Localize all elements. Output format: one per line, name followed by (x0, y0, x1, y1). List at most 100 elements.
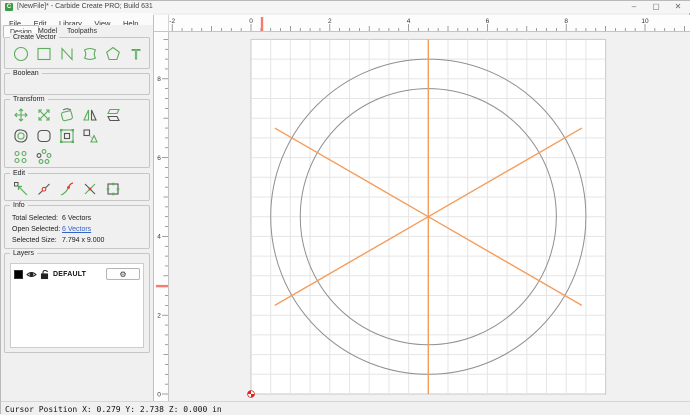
circle-tool-button[interactable] (11, 44, 30, 63)
transform-title: Transform (10, 95, 48, 104)
node-edit-icon (13, 181, 27, 195)
layers-list: DEFAULT ⚙ (10, 263, 144, 348)
trim-icon (60, 181, 73, 196)
resize-tool-button[interactable] (80, 126, 99, 145)
layers-title: Layers (10, 249, 38, 258)
selected-size-value: 7.794 x 9.000 (62, 237, 105, 244)
svg-text:4: 4 (407, 18, 411, 25)
polyline-tool-button[interactable] (57, 44, 76, 63)
rectangle-icon (36, 47, 51, 60)
svg-text:6: 6 (157, 155, 161, 162)
create-vector-title: Create Vector (10, 33, 59, 42)
open-selected-link[interactable]: 6 Vectors (62, 225, 91, 234)
polygon-icon (105, 46, 120, 60)
mirror-tool-button[interactable] (80, 105, 99, 124)
fillet-icon (36, 129, 51, 142)
boolean-title: Boolean (10, 69, 42, 78)
layer-visibility-eye-icon[interactable] (26, 269, 37, 280)
align-tool-button[interactable] (57, 126, 76, 145)
layer-row[interactable]: DEFAULT ⚙ (14, 267, 140, 281)
boundary-icon (106, 182, 119, 195)
window-title: [NewFile]* - Carbide Create PRO; Build 6… (17, 3, 153, 10)
svg-text:8: 8 (564, 18, 568, 25)
svg-text:2: 2 (328, 18, 332, 25)
transform-group: Transform (4, 95, 150, 168)
trim-tool-button[interactable] (57, 179, 76, 198)
edit-group: Edit (4, 169, 150, 201)
layer-name: DEFAULT (53, 270, 87, 278)
move-tool-button[interactable] (11, 105, 30, 124)
sidebar: Design Model Toolpaths Create Vector (1, 25, 153, 401)
rotate-icon (60, 107, 73, 121)
layer-settings-button[interactable]: ⚙ (106, 268, 140, 280)
top-ruler: -2 0 2 4 6 8 10 (154, 15, 690, 32)
cursor-y-marker (156, 284, 168, 288)
linear-array-icon (13, 150, 27, 163)
svg-text:6: 6 (486, 18, 490, 25)
node-edit-tool-button[interactable] (11, 179, 30, 198)
edit-title: Edit (10, 169, 29, 178)
app-logo-icon: C (5, 3, 13, 11)
skew-tool-button[interactable] (103, 105, 122, 124)
skew-icon (106, 108, 120, 121)
total-selected-label: Total Selected: (12, 215, 58, 222)
rectangle-tool-button[interactable] (34, 44, 53, 63)
open-selected-label: Open Selected: (12, 226, 61, 233)
text-tool-button[interactable]: T (126, 44, 145, 63)
move-icon (13, 107, 28, 122)
linear-array-tool-button[interactable] (11, 147, 30, 166)
create-vector-group: Create Vector T (4, 33, 150, 69)
split-tool-button[interactable] (80, 179, 99, 198)
menu-bar: File Edit Library View Help (1, 13, 153, 28)
resize-icon (82, 128, 98, 143)
cursor-x-marker (260, 17, 264, 31)
scale-icon (37, 108, 50, 121)
design-canvas[interactable] (169, 32, 690, 401)
app-window: C [NewFile]* - Carbide Create PRO; Build… (0, 0, 690, 415)
svg-text:2: 2 (157, 313, 161, 320)
offset-icon (13, 128, 28, 143)
maximize-button[interactable]: ▢ (645, 1, 667, 13)
fillet-tool-button[interactable] (34, 126, 53, 145)
split-icon (84, 183, 95, 194)
minimize-button[interactable]: – (623, 1, 645, 13)
status-bar: Cursor Position X: 0.279 Y: 2.738 Z: 0.0… (1, 401, 690, 415)
mirror-icon (82, 109, 97, 121)
curve-tool-button[interactable] (80, 44, 99, 63)
svg-text:10: 10 (641, 18, 649, 25)
total-selected-value: 6 Vectors (62, 215, 92, 222)
offset-tool-button[interactable] (11, 126, 30, 145)
rotate-tool-button[interactable] (57, 105, 76, 124)
svg-text:0: 0 (249, 18, 253, 25)
circular-array-tool-button[interactable] (34, 147, 53, 166)
align-icon (59, 128, 74, 143)
edit-point-tool-button[interactable] (34, 179, 53, 198)
svg-text:0: 0 (157, 391, 161, 398)
cursor-position-readout: Cursor Position X: 0.279 Y: 2.738 Z: 0.0… (5, 405, 222, 414)
ruler-corner (154, 15, 169, 32)
title-bar: C [NewFile]* - Carbide Create PRO; Build… (1, 1, 690, 13)
selected-size-label: Selected Size: (12, 237, 57, 244)
svg-text:8: 8 (157, 76, 161, 83)
circle-icon (13, 46, 28, 61)
info-group: Info Total Selected: 6 Vectors Open Sele… (4, 201, 150, 249)
layer-lock-icon[interactable] (40, 269, 50, 280)
svg-text:-2: -2 (169, 18, 175, 25)
boundary-tool-button[interactable] (103, 179, 122, 198)
text-icon: T (131, 45, 141, 62)
scale-tool-button[interactable] (34, 105, 53, 124)
info-title: Info (10, 201, 28, 210)
left-ruler: 8 6 4 2 0 (154, 32, 169, 401)
svg-text:4: 4 (157, 234, 161, 241)
close-button[interactable]: ✕ (667, 1, 689, 13)
polygon-tool-button[interactable] (103, 44, 122, 63)
canvas-pane: -2 0 2 4 6 8 10 8 6 4 2 0 (153, 15, 690, 401)
circular-array-icon (36, 148, 51, 164)
curve-icon (83, 47, 96, 60)
boolean-group: Boolean (4, 69, 150, 95)
origin-marker (247, 390, 255, 398)
polyline-icon (60, 46, 73, 61)
svg-text:T: T (131, 46, 140, 62)
edit-point-icon (37, 183, 50, 195)
layer-color-swatch[interactable] (14, 269, 23, 279)
